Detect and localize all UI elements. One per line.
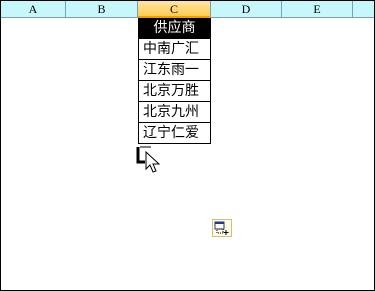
column-header-d[interactable]: D bbox=[211, 1, 282, 18]
paste-options-button[interactable] bbox=[212, 219, 232, 237]
column-header-e[interactable]: E bbox=[282, 1, 353, 18]
column-header-b[interactable]: B bbox=[66, 1, 138, 18]
column-header-c[interactable]: C bbox=[138, 1, 211, 18]
spreadsheet: A B C D E 供应商 中南广汇 江东雨一 北京万胜 北京九州 辽宁仁爱 bbox=[0, 0, 375, 291]
arrow-cursor-icon bbox=[145, 151, 161, 173]
cell-c4[interactable]: 北京万胜 bbox=[138, 81, 211, 102]
column-header-f[interactable] bbox=[353, 1, 374, 18]
cell-c2[interactable]: 中南广汇 bbox=[138, 39, 211, 60]
cell-c3[interactable]: 江东雨一 bbox=[138, 60, 211, 81]
cell-c1-header[interactable]: 供应商 bbox=[138, 18, 211, 39]
column-header-a[interactable]: A bbox=[1, 1, 66, 18]
cell-c6[interactable]: 辽宁仁爱 bbox=[138, 123, 211, 144]
cell-c5[interactable]: 北京九州 bbox=[138, 102, 211, 123]
paste-options-icon bbox=[214, 221, 229, 235]
